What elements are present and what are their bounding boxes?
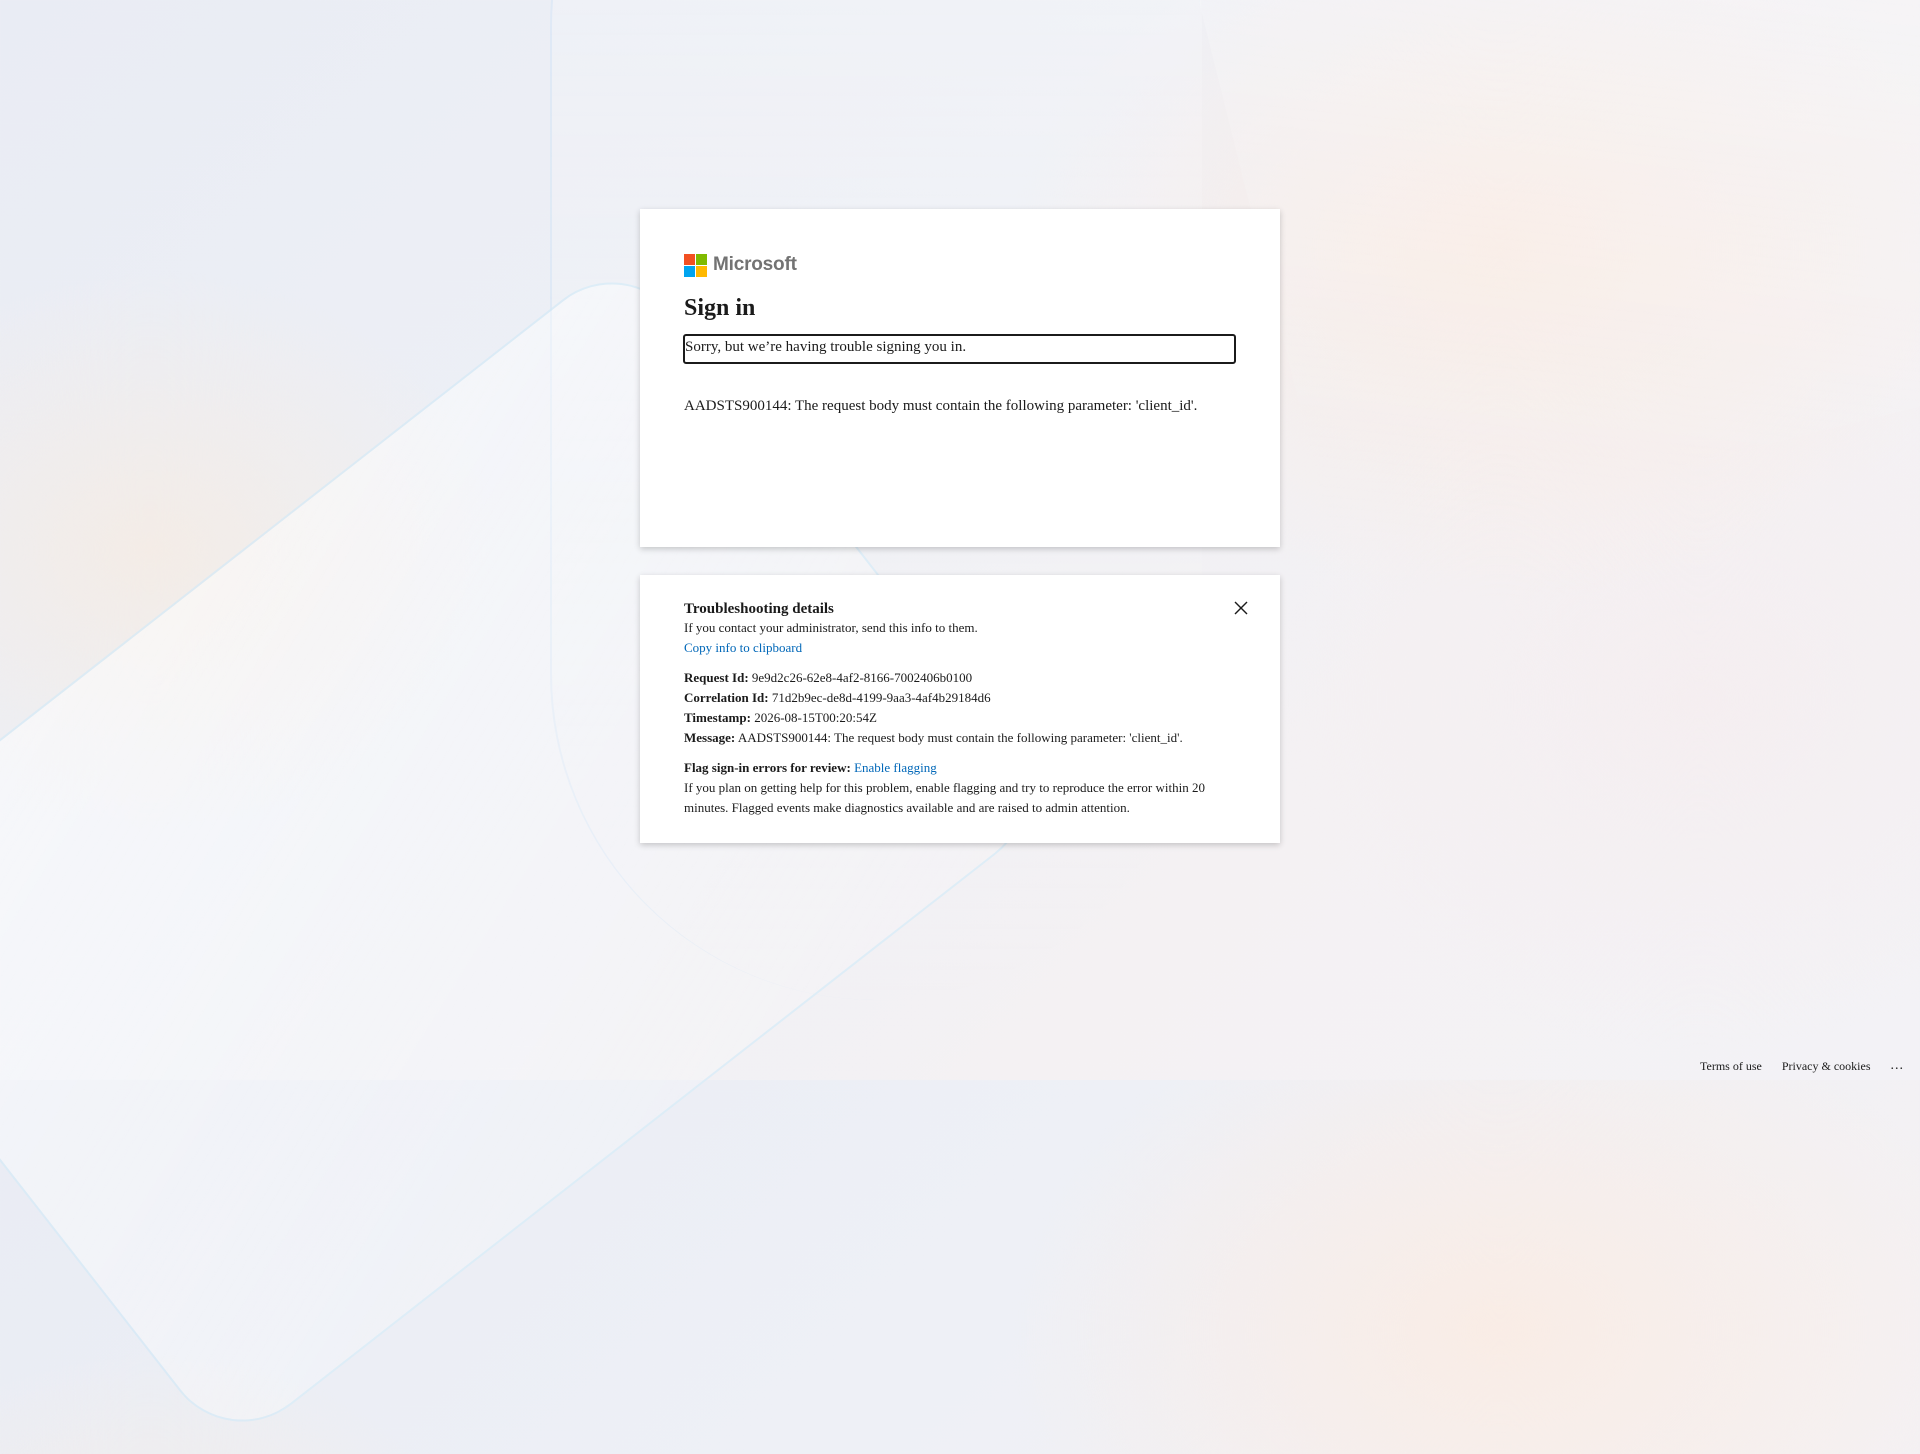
footer: Terms of use Privacy & cookies ... [1700,1058,1904,1074]
page-title: Sign in [684,295,756,321]
timestamp-label: Timestamp: [684,710,751,725]
message-row: Message: AADSTS900144: The request body … [684,728,1236,748]
brand-name: Microsoft [713,254,797,275]
close-button[interactable] [1232,599,1250,617]
microsoft-logo-icon [684,253,707,277]
close-icon [1234,601,1248,615]
troubleshooting-card: Troubleshooting details If you contact y… [640,575,1280,843]
request-id-row: Request Id: 9e9d2c26-62e8-4af2-8166-7002… [684,668,1236,688]
message-value: AADSTS900144: The request body must cont… [737,730,1183,745]
signin-card: Microsoft Sign in Sorry, but we’re havin… [640,209,1280,547]
message-label: Message: [684,730,736,745]
details-list: Request Id: 9e9d2c26-62e8-4af2-8166-7002… [684,668,1236,748]
privacy-link[interactable]: Privacy & cookies [1782,1059,1871,1074]
correlation-id-label: Correlation Id: [684,690,769,705]
correlation-id-value: 71d2b9ec-de8d-4199-9aa3-4af4b29184d6 [771,690,991,705]
terms-link[interactable]: Terms of use [1700,1059,1762,1074]
microsoft-logo: Microsoft [684,253,1236,277]
flag-section: Flag sign-in errors for review: Enable f… [684,758,1236,818]
flag-description: If you plan on getting help for this pro… [684,780,1205,815]
timestamp-row: Timestamp: 2026-08-15T00:20:54Z [684,708,1236,728]
contact-admin-text: If you contact your administrator, send … [684,620,978,635]
error-detail: AADSTS900144: The request body must cont… [684,398,1198,414]
error-message: Sorry, but we’re having trouble signing … [683,334,1236,364]
timestamp-value: 2026-08-15T00:20:54Z [754,710,877,725]
background-shape [1190,0,1920,552]
correlation-id-row: Correlation Id: 71d2b9ec-de8d-4199-9aa3-… [684,688,1236,708]
request-id-value: 9e9d2c26-62e8-4af2-8166-7002406b0100 [751,670,973,685]
copy-info-link[interactable]: Copy info to clipboard [684,640,802,655]
enable-flagging-link[interactable]: Enable flagging [854,760,937,775]
troubleshooting-title: Troubleshooting details [684,601,834,617]
request-id-label: Request Id: [684,670,749,685]
more-options-button[interactable]: ... [1891,1058,1905,1074]
flag-label: Flag sign-in errors for review: [684,760,851,775]
